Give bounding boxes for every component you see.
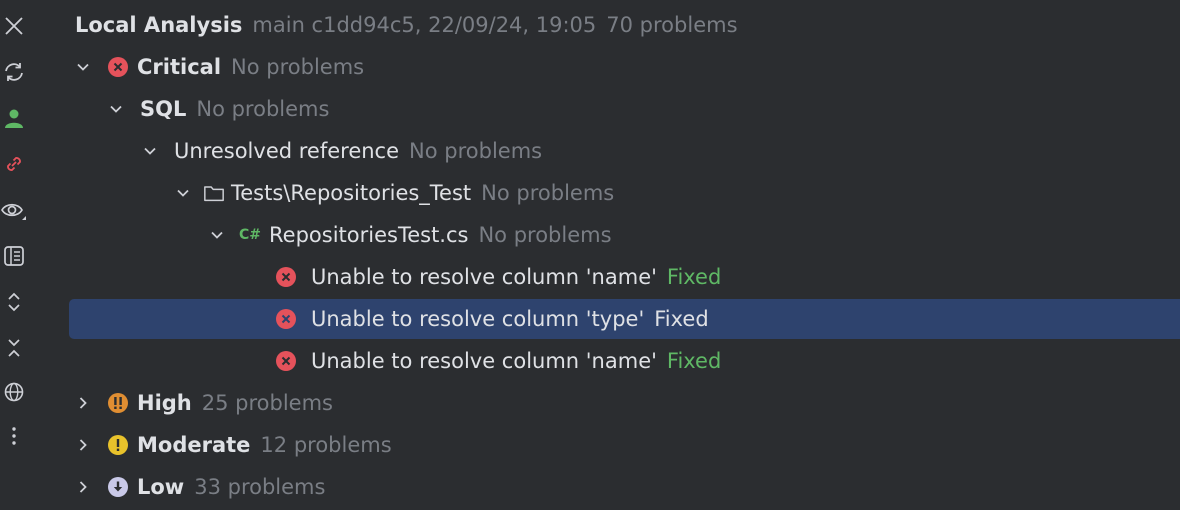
folder-label: Tests\Repositories_Test [231, 181, 472, 205]
group-critical[interactable]: Critical No problems [69, 47, 1180, 87]
header-meta: main c1dd94c5, 22/09/24, 19:05 [252, 13, 597, 37]
file-node[interactable]: C# RepositoriesTest.cs No problems [69, 215, 1180, 255]
issue-row[interactable]: Unable to resolve column 'name' Fixed [69, 257, 1180, 297]
error-icon [275, 350, 297, 372]
chevron-down-icon[interactable] [172, 182, 194, 204]
chevron-right-icon[interactable] [72, 392, 94, 414]
folder-status: No problems [481, 181, 615, 205]
group-high[interactable]: High 25 problems [69, 383, 1180, 423]
issue-status: Fixed [666, 265, 722, 289]
csharp-file-icon: C# [239, 227, 262, 243]
group-label: Critical [137, 55, 222, 79]
group-label: Moderate [137, 433, 251, 457]
group-label: High [137, 391, 192, 415]
high-severity-icon [107, 392, 129, 414]
problems-panel: Local Analysis main c1dd94c5, 22/09/24, … [0, 0, 1180, 510]
folder-icon [203, 182, 225, 204]
inspection-status: No problems [409, 139, 543, 163]
category-sql[interactable]: SQL No problems [69, 89, 1180, 129]
error-icon [275, 308, 297, 330]
analysis-header: Local Analysis main c1dd94c5, 22/09/24, … [75, 5, 1180, 45]
chevron-down-icon[interactable] [206, 224, 228, 246]
inspection-unresolved-reference[interactable]: Unresolved reference No problems [69, 131, 1180, 171]
chevron-right-icon[interactable] [72, 434, 94, 456]
group-status: 12 problems [260, 433, 392, 457]
chevron-down-icon[interactable] [105, 98, 127, 120]
problems-tree: Local Analysis main c1dd94c5, 22/09/24, … [0, 0, 1180, 510]
error-icon [275, 266, 297, 288]
group-status: 25 problems [201, 391, 333, 415]
group-status: 33 problems [194, 475, 326, 499]
group-low[interactable]: Low 33 problems [69, 467, 1180, 507]
issue-label: Unable to resolve column 'type' [311, 307, 645, 331]
chevron-right-icon[interactable] [72, 476, 94, 498]
folder-node[interactable]: Tests\Repositories_Test No problems [69, 173, 1180, 213]
category-status: No problems [196, 97, 330, 121]
group-label: Low [137, 475, 185, 499]
file-label: RepositoriesTest.cs [269, 223, 469, 247]
header-count: 70 problems [606, 13, 738, 37]
error-icon [107, 56, 129, 78]
issue-status: Fixed [654, 307, 709, 331]
file-status: No problems [478, 223, 612, 247]
category-label: SQL [140, 97, 187, 121]
issue-status: Fixed [666, 349, 722, 373]
moderate-severity-icon [107, 434, 129, 456]
issue-row-selected[interactable]: Unable to resolve column 'type' Fixed [69, 299, 1180, 339]
chevron-down-icon[interactable] [72, 56, 94, 78]
issue-label: Unable to resolve column 'name' [311, 349, 657, 373]
issue-row[interactable]: Unable to resolve column 'name' Fixed [69, 341, 1180, 381]
group-moderate[interactable]: Moderate 12 problems [69, 425, 1180, 465]
low-severity-icon [107, 476, 129, 498]
header-title: Local Analysis [75, 13, 243, 37]
inspection-label: Unresolved reference [174, 139, 400, 163]
group-status: No problems [231, 55, 365, 79]
chevron-down-icon[interactable] [139, 140, 161, 162]
issue-label: Unable to resolve column 'name' [311, 265, 657, 289]
